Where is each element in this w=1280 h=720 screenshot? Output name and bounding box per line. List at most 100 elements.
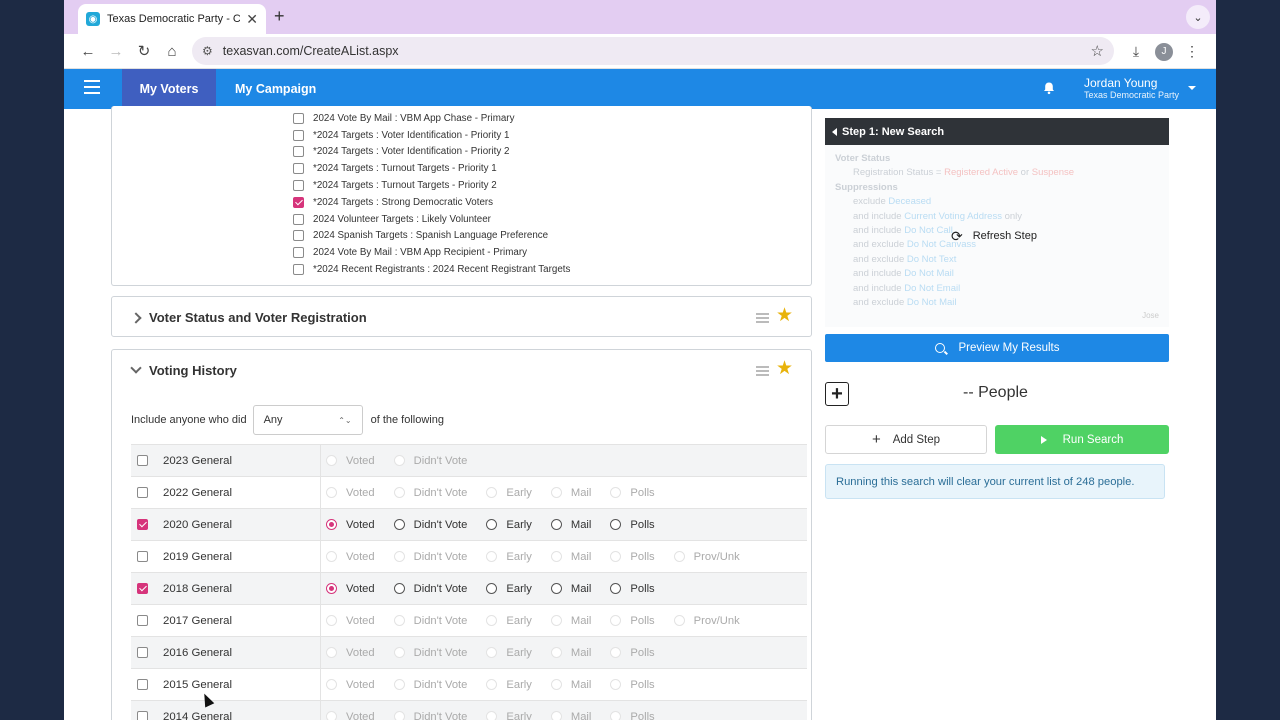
vote-option[interactable]: Mail	[550, 583, 591, 595]
vote-radio[interactable]	[610, 679, 622, 690]
target-checkbox[interactable]	[293, 247, 304, 259]
bookmark-star-icon[interactable]: ☆	[1091, 42, 1104, 60]
close-tab-icon[interactable]: ✕	[246, 11, 258, 28]
vote-option[interactable]: Didn't Vote	[393, 487, 467, 499]
vote-radio[interactable]	[486, 551, 498, 562]
user-menu[interactable]: Jordan Young Texas Democratic Party	[1084, 76, 1179, 100]
vote-option[interactable]: Voted	[326, 647, 375, 659]
vote-option[interactable]: Polls	[610, 551, 655, 563]
vote-radio[interactable]	[326, 487, 337, 498]
vote-option[interactable]: Voted	[326, 455, 375, 467]
user-caret-icon[interactable]	[1188, 86, 1196, 90]
vote-radio[interactable]	[393, 711, 405, 720]
vote-option[interactable]: Mail	[550, 487, 591, 499]
election-checkbox[interactable]	[137, 615, 148, 626]
favorite-star-icon[interactable]: ★	[776, 304, 793, 327]
vote-option[interactable]: Didn't Vote	[393, 519, 467, 531]
vote-radio[interactable]	[326, 519, 337, 530]
vote-radio[interactable]	[393, 615, 405, 626]
target-checkbox[interactable]	[293, 264, 304, 276]
vote-option[interactable]: Mail	[550, 551, 591, 563]
run-search-button[interactable]: Run Search	[995, 425, 1169, 454]
vote-option[interactable]: Prov/Unk	[673, 615, 740, 627]
vote-radio[interactable]	[326, 615, 337, 626]
nav-my-voters[interactable]: My Voters	[122, 69, 216, 109]
target-item[interactable]: 2024 Volunteer Targets : Likely Voluntee…	[293, 211, 570, 228]
vote-radio[interactable]	[673, 615, 685, 626]
step-header[interactable]: Step 1: New Search	[825, 118, 1169, 145]
vote-radio[interactable]	[486, 711, 498, 720]
vote-radio[interactable]	[393, 551, 405, 562]
back-icon[interactable]: ←	[74, 43, 102, 60]
election-checkbox[interactable]	[137, 647, 148, 658]
vote-option[interactable]: Polls	[610, 711, 655, 720]
forward-icon[interactable]: →	[102, 43, 130, 60]
vote-option[interactable]: Polls	[610, 679, 655, 691]
vote-radio[interactable]	[610, 551, 622, 562]
target-item[interactable]: *2024 Targets : Voter Identification - P…	[293, 127, 570, 144]
vote-option[interactable]: Early	[486, 711, 532, 720]
include-select[interactable]: Any ⌃⌄	[252, 405, 363, 435]
vote-radio[interactable]	[326, 647, 337, 658]
vote-option[interactable]: Early	[486, 551, 532, 563]
vote-option[interactable]: Didn't Vote	[393, 455, 467, 467]
tab-search-chevron-icon[interactable]: ⌄	[1186, 5, 1210, 29]
vote-option[interactable]: Voted	[326, 615, 375, 627]
vote-radio[interactable]	[550, 519, 562, 530]
vote-radio[interactable]	[610, 647, 622, 658]
target-checkbox[interactable]	[293, 196, 304, 208]
drag-handle-icon[interactable]	[756, 366, 769, 378]
vote-option[interactable]: Mail	[550, 519, 591, 531]
target-item[interactable]: *2024 Targets : Turnout Targets - Priori…	[293, 177, 570, 194]
home-icon[interactable]: ⌂	[158, 43, 186, 60]
target-checkbox[interactable]	[293, 163, 304, 175]
election-checkbox[interactable]	[137, 487, 148, 498]
vote-option[interactable]: Early	[486, 679, 532, 691]
vote-radio[interactable]	[393, 647, 405, 658]
vote-option[interactable]: Polls	[610, 647, 655, 659]
url-field[interactable]: ⚙ texasvan.com/CreateAList.aspx ☆	[192, 37, 1114, 65]
target-checkbox[interactable]	[293, 180, 304, 192]
refresh-step-button[interactable]: ⟳ Refresh Step	[951, 229, 1037, 244]
vote-radio[interactable]	[326, 455, 337, 466]
target-checkbox[interactable]	[293, 112, 304, 124]
vote-option[interactable]: Early	[486, 487, 532, 499]
browser-menu-icon[interactable]: ⋮	[1178, 43, 1206, 60]
target-item[interactable]: *2024 Targets : Turnout Targets - Priori…	[293, 160, 570, 177]
vote-option[interactable]: Voted	[326, 551, 375, 563]
vote-radio[interactable]	[610, 711, 622, 720]
vote-radio[interactable]	[486, 679, 498, 690]
election-checkbox[interactable]	[137, 711, 148, 720]
vote-radio[interactable]	[393, 455, 405, 466]
target-item[interactable]: 2024 Vote By Mail : VBM App Chase - Prim…	[293, 110, 570, 127]
vote-option[interactable]: Voted	[326, 679, 375, 691]
vote-radio[interactable]	[550, 711, 562, 720]
vote-radio[interactable]	[486, 615, 498, 626]
vote-option[interactable]: Mail	[550, 647, 591, 659]
vote-radio[interactable]	[550, 487, 562, 498]
collapse-arrow-icon[interactable]	[832, 127, 837, 136]
vote-option[interactable]: Voted	[326, 519, 375, 531]
browser-tab[interactable]: ◉ Texas Democratic Party - Cre ✕	[78, 4, 266, 34]
drag-handle-icon[interactable]	[756, 313, 769, 325]
election-checkbox[interactable]	[137, 455, 148, 466]
target-checkbox[interactable]	[293, 213, 304, 225]
vote-radio[interactable]	[550, 615, 562, 626]
vote-option[interactable]: Voted	[326, 487, 375, 499]
vote-option[interactable]: Polls	[610, 487, 655, 499]
vote-option[interactable]: Early	[486, 615, 532, 627]
vote-option[interactable]: Voted	[326, 711, 375, 720]
vote-option[interactable]: Didn't Vote	[393, 551, 467, 563]
favorite-star-icon[interactable]: ★	[776, 357, 793, 380]
election-checkbox[interactable]	[137, 551, 148, 562]
vote-option[interactable]: Early	[486, 583, 532, 595]
voter-status-section[interactable]: Voter Status and Voter Registration ★	[111, 296, 812, 337]
preview-results-button[interactable]: Preview My Results	[825, 334, 1169, 362]
vote-radio[interactable]	[486, 487, 498, 498]
target-item[interactable]: 2024 Vote By Mail : VBM App Recipient - …	[293, 244, 570, 261]
hamburger-menu-icon[interactable]	[84, 80, 100, 98]
profile-button[interactable]: J	[1150, 41, 1178, 61]
vote-radio[interactable]	[550, 679, 562, 690]
site-settings-icon[interactable]: ⚙	[202, 44, 213, 58]
target-checkbox[interactable]	[293, 146, 304, 158]
